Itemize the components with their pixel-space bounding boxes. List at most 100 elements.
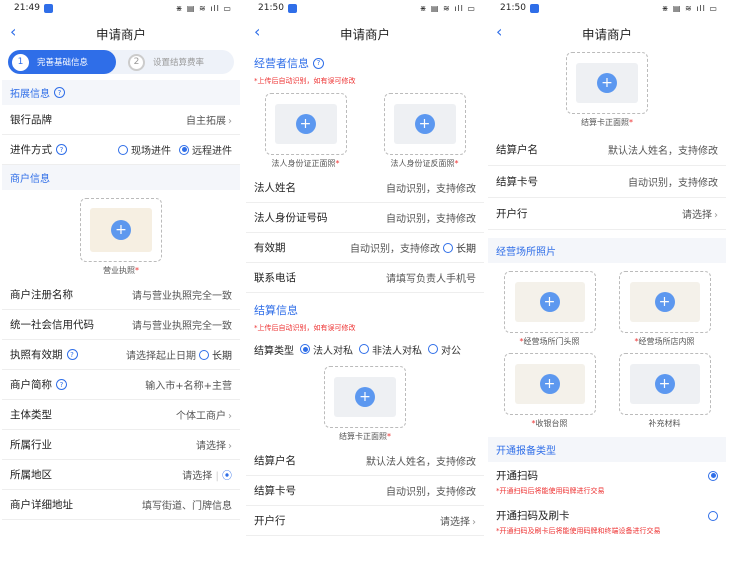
photo-caption: 经营场所店内照 <box>638 337 695 346</box>
id-back-upload[interactable]: + <box>383 93 466 155</box>
form-row[interactable]: 统一社会信用代码 请与营业执照完全一致 <box>2 310 240 340</box>
bank-card-upload[interactable]: + <box>566 52 648 114</box>
chevron-right-icon: › <box>472 517 476 528</box>
radio-long-term[interactable]: 长期 <box>199 347 232 362</box>
license-caption: 营业执照 <box>103 266 135 275</box>
photo-placeholder-image: + <box>514 282 585 322</box>
bank-card-placeholder-image: + <box>334 377 396 417</box>
chevron-right-icon: › <box>228 441 232 452</box>
section-venue-photos: 经营场所照片 <box>488 238 726 263</box>
form-row[interactable]: 结算卡号 自动识别，支持修改 <box>246 476 484 506</box>
plus-icon: + <box>111 220 131 240</box>
form-row-label: 法人姓名 <box>254 182 296 194</box>
help-icon[interactable]: ? <box>56 379 67 390</box>
required-mark: * <box>387 432 391 441</box>
entry-method-label: 进件方式 <box>10 144 52 156</box>
form-row-value: 请选择 <box>182 471 213 482</box>
radio-legal-private[interactable]: 法人对私 <box>300 342 353 357</box>
form-row[interactable]: 结算户名 默认法人姓名，支持修改 <box>488 134 726 166</box>
settle-type-row: 结算类型 法人对私 非法人对私 对公 <box>246 336 484 362</box>
license-upload[interactable]: + <box>80 198 162 262</box>
card-caption: 结算卡正面照 <box>339 432 387 441</box>
form-row-label: 所属行业 <box>10 439 52 451</box>
radio-long-term[interactable]: 长期 <box>443 240 476 255</box>
help-icon[interactable]: ? <box>313 57 324 69</box>
required-mark: * <box>454 159 459 168</box>
form-row[interactable]: 开户行 请选择 › <box>246 506 484 536</box>
app-notification-icon <box>287 3 297 13</box>
form-row-label: 商户简称 <box>10 379 52 391</box>
step-1: 1 完善基础信息 <box>8 50 116 74</box>
bank-brand-label: 银行品牌 <box>10 114 52 126</box>
location-pin-icon[interactable]: ⦿ <box>222 471 232 482</box>
radio-corporate[interactable]: 对公 <box>428 342 461 357</box>
form-row[interactable]: 开户行 请选择 › <box>488 198 726 230</box>
option-scan-and-card[interactable]: 开通扫码及刷卡 *开通扫码及刷卡后将能使用码牌和终端设备进行交易 <box>488 502 726 542</box>
status-time: 21:50 <box>500 3 526 13</box>
radio-checked-icon[interactable] <box>708 470 718 481</box>
back-icon[interactable]: ‹ <box>496 22 502 41</box>
form-row-value: 自动识别，支持修改 <box>386 214 476 225</box>
photo-upload[interactable]: + <box>503 271 596 333</box>
form-row[interactable]: 执照有效期? 请选择起止日期 长期 <box>2 340 240 370</box>
form-row-value: 自动识别，支持修改 <box>628 178 718 189</box>
status-icons: ⋇ ▤ ≋ ıll ▭ <box>419 3 476 13</box>
bank-brand-row[interactable]: 银行品牌 自主拓展 › <box>2 105 240 135</box>
card-caption: 结算卡正面照 <box>581 118 629 127</box>
nav-bar: ‹ 申请商户 <box>246 16 484 50</box>
page-title: 申请商户 <box>339 26 390 42</box>
plus-icon: + <box>414 114 435 134</box>
nav-bar: ‹ 申请商户 <box>2 16 240 50</box>
form-row-value: 请选择 <box>196 441 226 452</box>
id-upload-block: + 法人身份证正面照* + 法人身份证反面照* <box>246 89 484 173</box>
chevron-right-icon: › <box>228 411 232 422</box>
form-row[interactable]: 主体类型 个体工商户 › <box>2 400 240 430</box>
form-row[interactable]: 所属行业 请选择 › <box>2 430 240 460</box>
form-row[interactable]: 所属地区 请选择 | ⦿ <box>2 460 240 490</box>
status-bar: 21:50 ⋇ ▤ ≋ ıll ▭ <box>246 0 484 16</box>
back-icon[interactable]: ‹ <box>10 22 16 41</box>
form-row[interactable]: 商户注册名称 请与营业执照完全一致 <box>2 280 240 310</box>
form-row[interactable]: 结算户名 默认法人姓名，支持修改 <box>246 446 484 476</box>
bank-card-upload[interactable]: + <box>324 366 406 428</box>
status-icons: ⋇ ▤ ≋ ıll ▭ <box>175 3 232 13</box>
form-row[interactable]: 联系电话 请填写负责人手机号 <box>246 263 484 293</box>
form-row[interactable]: 商户详细地址 填写街道、门牌信息 <box>2 490 240 520</box>
form-row-value: 请与营业执照完全一致 <box>132 321 232 332</box>
form-row-label: 联系电话 <box>254 272 296 284</box>
form-row[interactable]: 结算卡号 自动识别，支持修改 <box>488 166 726 198</box>
help-icon[interactable]: ? <box>54 87 65 98</box>
photo-upload[interactable]: + <box>618 271 711 333</box>
photo-caption: 补充材料 <box>648 419 681 428</box>
form-row[interactable]: 法人姓名 自动识别，支持修改 <box>246 173 484 203</box>
form-row[interactable]: 有效期 自动识别，支持修改 长期 <box>246 233 484 263</box>
form-row-label: 统一社会信用代码 <box>10 319 94 331</box>
radio-remote[interactable]: 远程进件 <box>179 142 232 157</box>
form-row[interactable]: 法人身份证号码 自动识别，支持修改 <box>246 203 484 233</box>
radio-circle-icon[interactable] <box>708 510 718 521</box>
form-row-label: 所属地区 <box>10 469 52 481</box>
help-icon[interactable]: ? <box>56 144 67 155</box>
photo-placeholder-image: + <box>629 282 700 322</box>
app-notification-icon <box>43 3 53 13</box>
form-row[interactable]: 商户简称? 输入市+名称+主营 <box>2 370 240 400</box>
radio-onsite[interactable]: 现场进件 <box>118 142 171 157</box>
form-row-value: 默认法人姓名，支持修改 <box>608 146 718 157</box>
app-notification-icon <box>529 3 539 13</box>
form-row-value: 个体工商户 <box>176 411 226 422</box>
photo-upload[interactable]: + <box>503 353 596 415</box>
id-front-caption: 法人身份证正面照 <box>271 159 336 168</box>
form-row-value: 默认法人姓名，支持修改 <box>366 457 476 468</box>
help-icon[interactable]: ? <box>66 349 78 360</box>
id-front-upload[interactable]: + <box>264 93 347 155</box>
form-row-label: 结算户名 <box>254 455 296 467</box>
status-bar: 21:50 ⋇ ▤ ≋ ıll ▭ <box>488 0 726 16</box>
radio-circle-icon <box>118 144 128 155</box>
photo-upload[interactable]: + <box>618 353 711 415</box>
back-icon[interactable]: ‹ <box>254 22 260 41</box>
radio-nonlegal-private[interactable]: 非法人对私 <box>359 342 422 357</box>
option-title: 开通扫码 <box>496 470 538 482</box>
section-expand-info: 拓展信息 ? <box>2 80 240 105</box>
option-scan[interactable]: 开通扫码 *开通扫码后将能使用码牌进行交易 <box>488 462 726 502</box>
radio-label: 对公 <box>441 345 461 357</box>
